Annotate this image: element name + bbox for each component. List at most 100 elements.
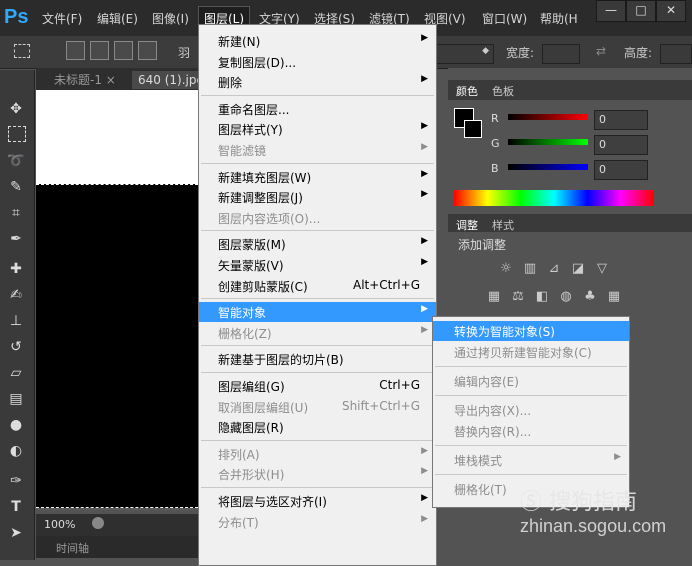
tab-untitled[interactable]: 未标题-1 ×	[48, 71, 122, 89]
blur-tool-icon[interactable]: ●	[6, 416, 26, 434]
layer-menu-item[interactable]: 删除 ▶	[199, 72, 436, 92]
move-tool-icon[interactable]: ✥	[6, 100, 26, 118]
swap-icon[interactable]: ⇄	[596, 44, 606, 58]
channel-mixer-icon[interactable]: ♣	[582, 290, 598, 304]
layer-menu-item[interactable]: 图层样式(Y) ▶	[199, 119, 436, 139]
background-color-swatch[interactable]	[464, 120, 482, 138]
maximize-button[interactable]: □	[626, 0, 656, 22]
submenu-arrow-icon: ▶	[421, 121, 428, 132]
menu-item-label: 新建基于图层的切片(B)	[218, 353, 344, 368]
width-input[interactable]	[542, 44, 580, 64]
menu-item-label: 取消图层编组(U)	[218, 400, 309, 415]
levels-icon[interactable]: ▥	[522, 262, 538, 276]
feather-label: 羽	[178, 46, 191, 60]
layer-menu-item[interactable]: 复制图层(D)...	[199, 52, 436, 72]
timeline-label[interactable]: 时间轴	[56, 540, 89, 556]
tab-close-icon[interactable]: ×	[106, 73, 116, 87]
eyedropper-icon[interactable]: ✒	[6, 230, 26, 248]
r-slider[interactable]	[508, 114, 588, 120]
subtract-selection-icon[interactable]	[114, 41, 133, 60]
add-selection-icon[interactable]	[90, 41, 109, 60]
path-select-icon[interactable]: ➤	[6, 524, 26, 542]
curves-icon[interactable]: ⊿	[546, 262, 562, 276]
r-value-input[interactable]: 0	[594, 110, 648, 130]
b-value-input[interactable]: 0	[594, 160, 648, 180]
layer-menu-item[interactable]: 隐藏图层(R)	[199, 417, 436, 437]
g-value-input[interactable]: 0	[594, 135, 648, 155]
menu-file[interactable]: 文件(F)	[42, 10, 82, 27]
layer-menu-item[interactable]: 图层蒙版(M) ▶	[199, 234, 436, 254]
layer-menu-item[interactable]: 矢量蒙版(V) ▶	[199, 255, 436, 275]
layer-menu-item[interactable]: 新建填充图层(W) ▶	[199, 167, 436, 187]
submenu-arrow-icon: ▶	[421, 513, 428, 524]
type-tool-icon[interactable]: T	[6, 498, 26, 516]
canvas-white-region[interactable]	[36, 90, 198, 186]
add-adjustment-heading: 添加调整	[458, 238, 507, 252]
layer-menu-item[interactable]: 将图层与选区对齐(I) ▶	[199, 491, 436, 511]
submenu-item-label: 堆栈模式	[454, 454, 503, 468]
submenu-item-label: 编辑内容(E)	[454, 375, 519, 389]
marquee-tool-icon[interactable]	[8, 126, 26, 142]
g-slider[interactable]	[508, 139, 588, 145]
tab-swatches[interactable]: 色板	[492, 83, 514, 99]
close-button[interactable]: ✕	[656, 0, 686, 22]
crop-tool-icon[interactable]: ⌗	[6, 204, 26, 222]
intersect-selection-icon[interactable]	[138, 41, 157, 60]
height-input[interactable]	[660, 44, 692, 64]
brightness-icon[interactable]: ☼	[498, 262, 514, 276]
doc-info-icon[interactable]	[92, 517, 104, 529]
style-select[interactable]: ◆	[436, 44, 494, 64]
layer-menu-item[interactable]: 智能对象 ▶	[199, 302, 436, 323]
healing-brush-icon[interactable]: ✚	[6, 260, 26, 278]
zoom-level[interactable]: 100%	[44, 518, 75, 531]
hue-sat-icon[interactable]: ▦	[486, 290, 502, 304]
menu-edit[interactable]: 编辑(E)	[97, 10, 138, 27]
layer-menu-item[interactable]: 创建剪贴蒙版(C) Alt+Ctrl+G	[199, 276, 436, 296]
submenu-separator	[435, 366, 627, 367]
color-balance-icon[interactable]: ⚖	[510, 290, 526, 304]
layer-menu-item: 排列(A) ▶	[199, 444, 436, 464]
eraser-tool-icon[interactable]: ▱	[6, 364, 26, 382]
new-selection-icon[interactable]	[66, 41, 85, 60]
lasso-tool-icon[interactable]: ➰	[6, 152, 26, 170]
menu-image[interactable]: 图像(I)	[152, 10, 189, 27]
photo-filter-icon[interactable]: ◍	[558, 290, 574, 304]
tab-styles[interactable]: 样式	[492, 217, 514, 233]
quick-select-icon[interactable]: ✎	[6, 178, 26, 196]
canvas-black-selection[interactable]	[36, 184, 198, 508]
bw-icon[interactable]: ◧	[534, 290, 550, 304]
marquee-preset-icon[interactable]	[14, 44, 30, 58]
pen-tool-icon[interactable]: ✑	[6, 472, 26, 490]
layer-menu-item[interactable]: 图层编组(G) Ctrl+G	[199, 376, 436, 396]
tab-adjustments[interactable]: 调整	[456, 217, 478, 233]
watermark-text: 搜狗指南	[549, 490, 638, 515]
layer-menu-item[interactable]: 新建基于图层的切片(B)	[199, 349, 436, 369]
layer-menu-item[interactable]: 重命名图层...	[199, 99, 436, 119]
dodge-tool-icon[interactable]: ◐	[6, 442, 26, 460]
tab-color[interactable]: 颜色	[456, 83, 478, 99]
vibrance-icon[interactable]: ▽	[594, 262, 610, 276]
brush-tool-icon[interactable]: ✍	[6, 286, 26, 304]
height-label: 高度:	[624, 46, 653, 60]
stamp-tool-icon[interactable]: ⊥	[6, 312, 26, 330]
layer-menu-item[interactable]: 新建调整图层(J) ▶	[199, 187, 436, 207]
smart-object-menu-item[interactable]: 转换为智能对象(S)	[433, 321, 629, 341]
color-lookup-icon[interactable]: ▦	[606, 290, 622, 304]
layer-menu-item[interactable]: 新建(N) ▶	[199, 31, 436, 51]
exposure-icon[interactable]: ◪	[570, 262, 586, 276]
menu-help[interactable]: 帮助(H	[540, 10, 578, 27]
color-spectrum-bar[interactable]	[454, 190, 654, 206]
gradient-tool-icon[interactable]: ▤	[6, 390, 26, 408]
menu-item-shortcut: Ctrl+G	[379, 378, 420, 392]
tab-640-label: 640 (1).jpg	[138, 73, 205, 87]
minimize-button[interactable]: —	[596, 0, 626, 22]
select-arrow-icon: ◆	[482, 46, 489, 56]
smart-object-menu-item: 替换内容(R)...	[433, 421, 629, 441]
b-slider[interactable]	[508, 164, 588, 170]
submenu-separator	[435, 445, 627, 446]
menu-window[interactable]: 窗口(W)	[482, 10, 527, 27]
submenu-arrow-icon: ▶	[421, 445, 428, 456]
sogou-s-icon: Ⓢ	[520, 490, 543, 515]
timeline-bar: 时间轴	[36, 536, 198, 558]
history-brush-icon[interactable]: ↺	[6, 338, 26, 356]
